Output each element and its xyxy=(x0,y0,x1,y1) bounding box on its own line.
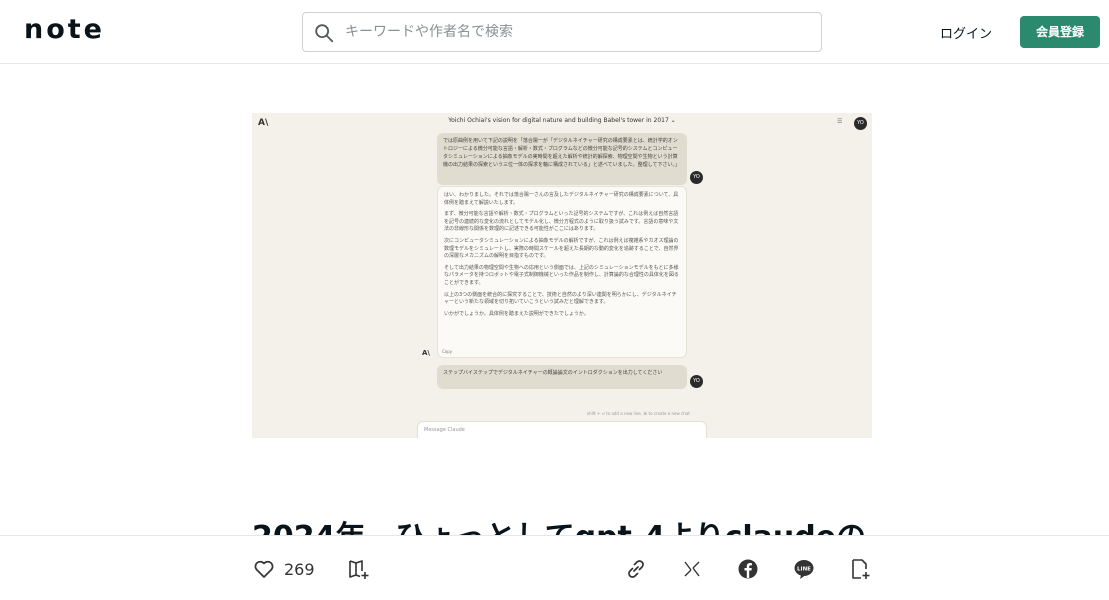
assistant-paragraph: いかがでしょうか。具体例を踏まえた説明ができたでしょうか。 xyxy=(444,310,589,317)
composer-hint: shift + ⏎ to add a new line, ⌘ to create… xyxy=(587,411,690,416)
header: note ログイン 会員登録 xyxy=(0,0,1109,64)
action-bar: 269 LINE xyxy=(0,535,1109,600)
search-input[interactable] xyxy=(345,21,805,43)
login-link[interactable]: ログイン xyxy=(940,23,992,42)
article-screenshot-image: A\ Yoichi Ochiai's vision for digital na… xyxy=(252,113,872,438)
copy-label: Copy xyxy=(442,349,453,354)
chat-window-title: Yoichi Ochiai's vision for digital natur… xyxy=(448,117,676,124)
like-count: 269 xyxy=(284,560,315,579)
note-logo[interactable]: note xyxy=(24,14,105,45)
facebook-icon[interactable] xyxy=(736,557,760,581)
assistant-message: はい、わかりました。それでは落合陽一さんの言及したデジタルネイチャー研究の構成要… xyxy=(437,186,687,358)
user-message-2: ステップバイステップでデジタルネイチャーの概論論文のイントロダクションを出力して… xyxy=(437,365,687,389)
search-icon xyxy=(315,24,334,43)
chat-list-icon: ☰ xyxy=(837,118,843,125)
assistant-paragraph: 次にコンピュータシミュレーションによる抽象モデルの解析ですが、これは例えば複雑系… xyxy=(444,237,679,260)
x-twitter-icon[interactable] xyxy=(680,557,704,581)
signup-button[interactable]: 会員登録 xyxy=(1020,16,1100,48)
assistant-paragraph: そして出力結果の物理空間や生物への応用という側面では、上記のシミュレーションモデ… xyxy=(444,264,679,286)
link-icon[interactable] xyxy=(624,557,648,581)
assistant-paragraph: はい、わかりました。それでは落合陽一さんの言及したデジタルネイチャー研究の構成要… xyxy=(444,192,679,206)
assistant-paragraph: 以上の3つの側面を統合的に探究することで、技術と自然のより深い連関を明らかにし、… xyxy=(444,291,677,306)
message-composer: Message Claude xyxy=(417,421,707,438)
line-icon[interactable]: LINE xyxy=(792,557,816,581)
assistant-paragraph: まず、微分可能な言語や解析・数式・プログラムといった記号的システムですが、これは… xyxy=(444,211,679,233)
add-to-magazine-icon[interactable] xyxy=(347,557,371,581)
user-avatar: YO xyxy=(854,117,867,130)
heart-icon[interactable] xyxy=(252,557,276,581)
svg-text:LINE: LINE xyxy=(797,567,811,573)
note-embed-icon[interactable] xyxy=(848,557,872,581)
user-message-1: では原曲例を用いて下記の説明を「落合陽一が「デジタルネイチャー研究の構成要素とは… xyxy=(437,133,687,185)
user-avatar: YO xyxy=(690,171,703,184)
search-box[interactable] xyxy=(302,12,822,52)
anthropic-logo-icon: A\ xyxy=(422,349,430,357)
user-avatar: YO xyxy=(690,375,703,388)
